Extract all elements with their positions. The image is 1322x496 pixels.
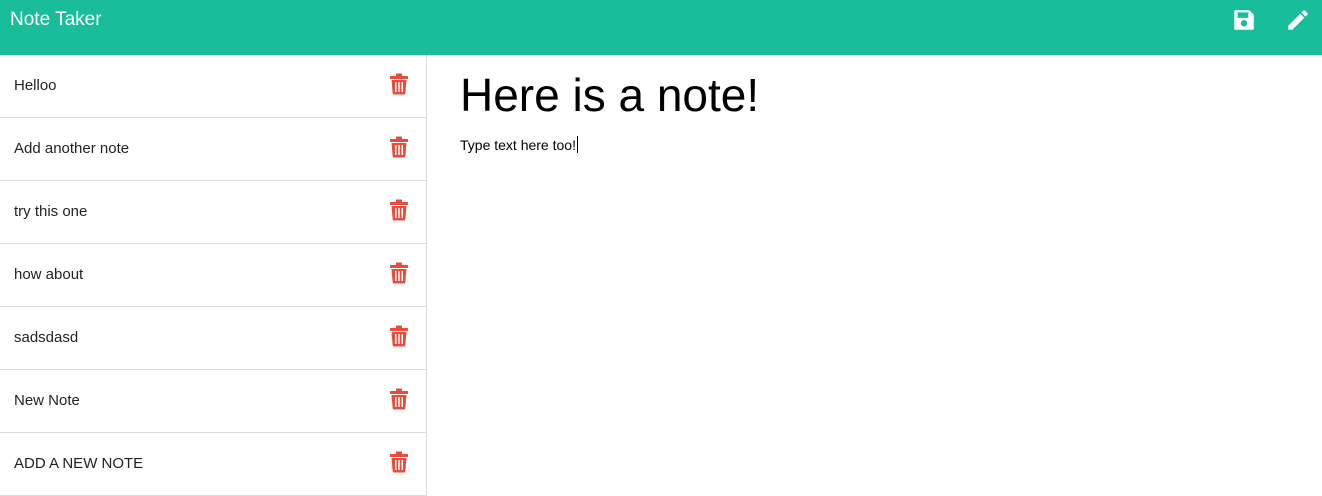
trash-icon[interactable]	[389, 325, 409, 347]
save-icon[interactable]	[1231, 7, 1257, 33]
trash-icon[interactable]	[389, 136, 409, 158]
note-editor: Here is a note! Type text here too!	[428, 55, 1322, 496]
navbar: Note Taker	[0, 0, 1322, 55]
trash-icon[interactable]	[389, 451, 409, 473]
list-item[interactable]: Helloo	[0, 55, 426, 118]
trash-icon[interactable]	[389, 73, 409, 95]
list-item[interactable]: sadsdasd	[0, 307, 426, 370]
notes-list: Helloo Add another note try this one how…	[0, 55, 427, 496]
list-item-label: New Note	[14, 392, 80, 409]
trash-icon[interactable]	[389, 262, 409, 284]
list-item[interactable]: Add another note	[0, 118, 426, 181]
list-item-label: Add another note	[14, 140, 130, 157]
list-item[interactable]: ADD A NEW NOTE	[0, 433, 426, 496]
list-item-label: how about	[14, 266, 84, 283]
pencil-icon[interactable]	[1285, 7, 1311, 33]
list-item[interactable]: New Note	[0, 370, 426, 433]
list-item-label: ADD A NEW NOTE	[14, 455, 144, 472]
list-item-label: Helloo	[14, 77, 57, 94]
trash-icon[interactable]	[389, 388, 409, 410]
list-item[interactable]: how about	[0, 244, 426, 307]
note-title-text: Here is a note!	[460, 69, 760, 121]
trash-icon[interactable]	[389, 199, 409, 221]
note-text-area[interactable]: Type text here too!	[460, 136, 578, 154]
list-item-label: try this one	[14, 203, 88, 220]
app-title[interactable]: Note Taker	[10, 9, 102, 31]
list-item-label: sadsdasd	[14, 329, 79, 346]
list-item[interactable]: try this one	[0, 181, 426, 244]
note-text-content: Type text here too!	[460, 137, 576, 153]
text-cursor	[576, 136, 578, 153]
note-title-input[interactable]: Here is a note!	[460, 68, 759, 122]
